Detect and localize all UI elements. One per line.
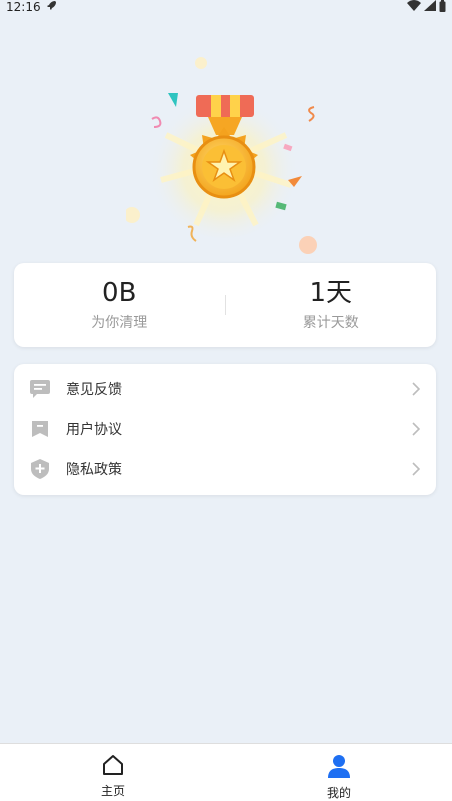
menu-item-user-agreement[interactable]: 用户协议 xyxy=(14,409,436,449)
stat-days-label: 累计天数 xyxy=(302,315,359,331)
stat-days-value: 1天 xyxy=(309,278,353,308)
bookmark-icon xyxy=(30,419,50,439)
shield-icon xyxy=(30,459,50,479)
nav-item-home[interactable]: 主页 xyxy=(0,744,226,801)
rocket-icon xyxy=(45,0,57,15)
medal-illustration xyxy=(124,55,326,255)
menu-item-privacy-policy[interactable]: 隐私政策 xyxy=(14,449,436,489)
chevron-right-icon xyxy=(412,421,421,440)
status-right xyxy=(407,0,446,15)
chevron-right-icon xyxy=(412,461,421,480)
battery-icon xyxy=(439,0,446,15)
person-icon xyxy=(327,754,351,782)
menu-item-feedback[interactable]: 意见反馈 xyxy=(14,369,436,409)
message-icon xyxy=(30,379,50,399)
chevron-right-icon xyxy=(412,381,421,400)
menu-label-privacy-policy: 隐私政策 xyxy=(66,462,122,478)
status-bar: 12:16 xyxy=(0,0,452,14)
home-icon xyxy=(102,754,124,780)
stat-cleaned-value: 0B xyxy=(102,278,137,308)
bottom-nav: 主页 我的 xyxy=(0,743,452,801)
menu-card: 意见反馈 用户协议 隐私政策 xyxy=(14,364,436,495)
signal-icon xyxy=(424,0,436,14)
stat-cleaned: 0B 为你清理 xyxy=(14,278,225,332)
stat-days: 1天 累计天数 xyxy=(226,278,437,332)
menu-label-user-agreement: 用户协议 xyxy=(66,422,122,438)
stats-card: 0B 为你清理 1天 累计天数 xyxy=(14,263,436,347)
wifi-icon xyxy=(407,0,421,14)
nav-item-mine[interactable]: 我的 xyxy=(226,744,452,801)
nav-label-mine: 我的 xyxy=(326,786,351,800)
nav-label-home: 主页 xyxy=(100,784,125,798)
stat-cleaned-label: 为你清理 xyxy=(91,315,148,331)
status-time: 12:16 xyxy=(6,0,41,14)
menu-label-feedback: 意见反馈 xyxy=(66,382,122,398)
status-left: 12:16 xyxy=(6,0,57,15)
